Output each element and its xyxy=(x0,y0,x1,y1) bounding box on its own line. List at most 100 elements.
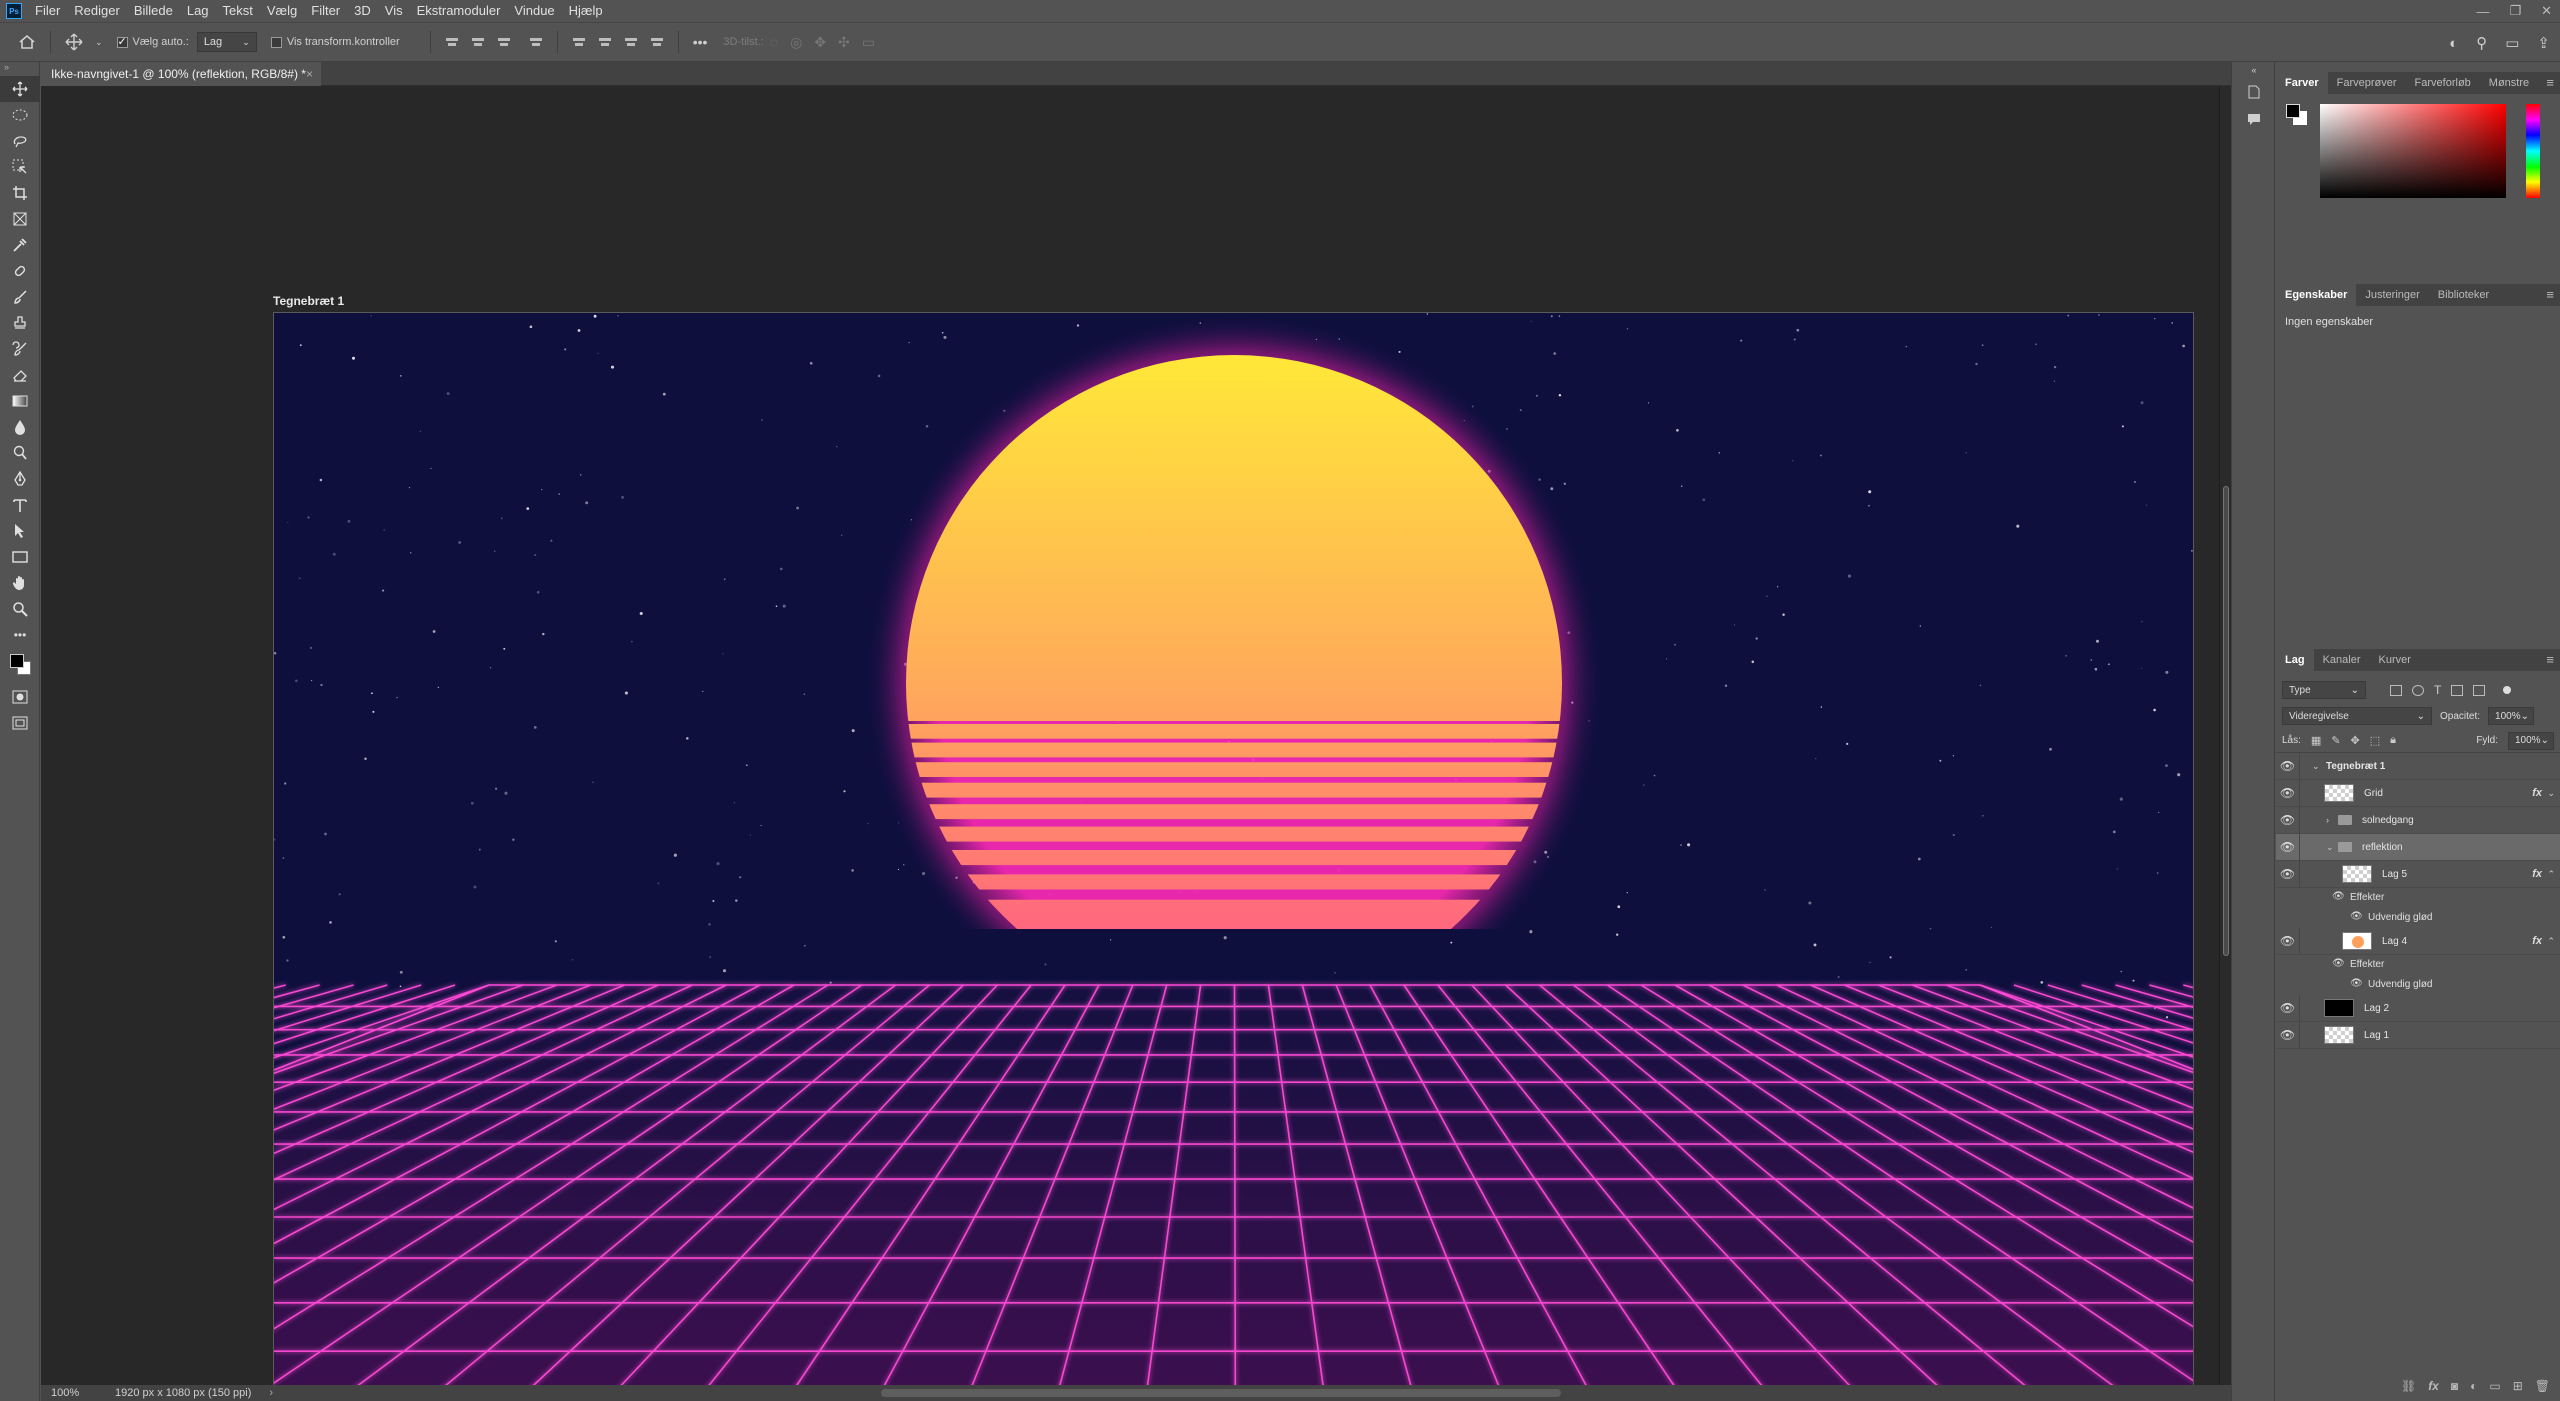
delete-layer-icon[interactable]: 🗑︎ xyxy=(2535,1379,2550,1393)
filter-type-icon[interactable]: T xyxy=(2434,683,2441,697)
layer-effects-icon[interactable]: fx xyxy=(2532,868,2542,880)
checkbox-box[interactable] xyxy=(116,35,128,48)
document-tab[interactable]: Ikke-navngivet-1 @ 100% (reflektion, RGB… xyxy=(41,62,321,86)
close-tab-icon[interactable]: × xyxy=(306,62,313,86)
lock-all-icon[interactable]: 🔒︎ xyxy=(2390,734,2396,747)
color-field[interactable] xyxy=(2320,104,2506,198)
frame-tool-icon[interactable] xyxy=(0,206,40,232)
hue-slider[interactable] xyxy=(2526,104,2540,198)
tab-farveforlob[interactable]: Farveforløb xyxy=(2406,72,2480,94)
filter-smart-object-icon[interactable] xyxy=(2473,684,2486,696)
layer-row-artboard[interactable]: 👁︎ ⌄ Tegnebræt 1 xyxy=(2276,752,2560,780)
layer-row-lag5[interactable]: 👁︎ Lag 5 fx ⌃ xyxy=(2276,860,2560,888)
search-icon[interactable]: ⚲ xyxy=(2476,34,2487,52)
align-center-icon[interactable] xyxy=(469,34,487,50)
align-right-icon[interactable] xyxy=(495,34,513,50)
3d-slide-icon[interactable]: ✣ xyxy=(838,34,850,51)
chevron-up-icon[interactable]: ⌃ xyxy=(2547,869,2555,880)
visibility-eye-icon[interactable]: 👁︎ xyxy=(2276,779,2300,807)
menu-ekstramoduler[interactable]: Ekstramoduler xyxy=(410,0,508,22)
eyedropper-tool-icon[interactable] xyxy=(0,232,40,258)
type-tool-icon[interactable] xyxy=(0,492,40,518)
collapse-toolbar-icon[interactable]: » xyxy=(0,62,39,76)
3d-roll-icon[interactable]: ◎ xyxy=(790,34,802,51)
share-icon[interactable]: ⇪ xyxy=(2537,34,2550,52)
expand-panels-icon[interactable]: « xyxy=(2232,62,2276,78)
canvas-area[interactable]: Tegnebræt 1 xyxy=(41,86,2219,1393)
visibility-eye-icon[interactable]: 👁︎ xyxy=(2276,1021,2300,1049)
checkbox-box[interactable] xyxy=(270,36,282,48)
panel-menu-icon[interactable]: ≡ xyxy=(2546,72,2554,94)
filter-shape-icon[interactable] xyxy=(2451,684,2464,696)
tab-monstre[interactable]: Mønstre xyxy=(2480,72,2538,94)
zoom-level[interactable]: 100% xyxy=(41,1387,95,1399)
transform-controls-checkbox[interactable]: Vis transform.kontroller xyxy=(270,36,400,48)
layer-row-lag4[interactable]: 👁︎ Lag 4 fx ⌃ xyxy=(2276,927,2560,955)
menu-filter[interactable]: Filter xyxy=(304,0,347,22)
artboard-label[interactable]: Tegnebræt 1 xyxy=(273,294,344,308)
screen-mode-icon[interactable] xyxy=(0,710,40,736)
scrollbar-thumb[interactable] xyxy=(2223,486,2229,956)
visibility-eye-icon[interactable]: 👁︎ xyxy=(2350,978,2363,989)
object-selection-tool-icon[interactable] xyxy=(0,154,40,180)
menu-vindue[interactable]: Vindue xyxy=(507,0,561,22)
visibility-eye-icon[interactable]: 👁︎ xyxy=(2276,752,2300,780)
visibility-eye-icon[interactable]: 👁︎ xyxy=(2276,860,2300,888)
color-swatches[interactable] xyxy=(0,648,40,684)
chevron-up-icon[interactable]: ⌃ xyxy=(2547,936,2555,947)
lock-image-icon[interactable]: ✎ xyxy=(2331,734,2340,747)
tab-kanaler[interactable]: Kanaler xyxy=(2314,649,2370,671)
fill-input[interactable]: 100% ⌄ xyxy=(2508,731,2554,750)
tab-egenskaber[interactable]: Egenskaber xyxy=(2276,284,2357,306)
align-top-icon[interactable] xyxy=(570,34,588,50)
history-brush-tool-icon[interactable] xyxy=(0,336,40,362)
menu-vaelg[interactable]: Vælg xyxy=(260,0,304,22)
distribute-vertical-icon[interactable] xyxy=(527,34,545,50)
align-bottom-icon[interactable] xyxy=(622,34,640,50)
more-options-button[interactable]: ••• xyxy=(693,34,708,50)
hand-tool-icon[interactable] xyxy=(0,570,40,596)
close-window-icon[interactable]: ✕ xyxy=(2541,3,2552,19)
opacity-input[interactable]: 100% ⌄ xyxy=(2488,707,2535,725)
effect-outer-glow-row[interactable]: 👁︎ Udvendig glød xyxy=(2276,908,2560,928)
visibility-eye-icon[interactable]: 👁︎ xyxy=(2350,911,2363,922)
align-left-icon[interactable] xyxy=(443,34,461,50)
edit-toolbar-icon[interactable]: ••• xyxy=(0,622,40,648)
layer-row-solnedgang[interactable]: 👁︎ › solnedgang xyxy=(2276,806,2560,834)
adjustment-layer-icon[interactable]: ◐ xyxy=(2470,1379,2477,1393)
menu-filer[interactable]: Filer xyxy=(28,0,67,22)
filter-pixel-icon[interactable] xyxy=(2390,684,2402,696)
visibility-eye-icon[interactable]: 👁︎ xyxy=(2332,891,2345,902)
vertical-scrollbar[interactable] xyxy=(2219,86,2231,1385)
path-selection-tool-icon[interactable] xyxy=(0,518,40,544)
effects-row[interactable]: 👁︎ Effekter xyxy=(2276,888,2560,908)
3d-pan-icon[interactable]: ✥ xyxy=(814,34,826,51)
workspace-icon[interactable]: ▭ xyxy=(2505,34,2519,52)
layer-row-lag1[interactable]: 👁︎ Lag 1 xyxy=(2276,1021,2560,1049)
new-group-icon[interactable]: ▭ xyxy=(2489,1379,2500,1393)
layer-filter-dropdown[interactable]: Type ⌄ xyxy=(2282,681,2366,699)
status-menu-arrow[interactable]: › xyxy=(269,1387,273,1399)
marquee-tool-icon[interactable] xyxy=(0,102,40,128)
menu-billede[interactable]: Billede xyxy=(127,0,180,22)
layer-row-grid[interactable]: 👁︎ Grid fx ⌄ xyxy=(2276,779,2560,807)
tab-justeringer[interactable]: Justeringer xyxy=(2356,284,2428,306)
panel-menu-icon[interactable]: ≡ xyxy=(2546,284,2554,306)
layer-row-reflektion[interactable]: 👁︎ ⌄ reflektion xyxy=(2276,833,2560,861)
eraser-tool-icon[interactable] xyxy=(0,362,40,388)
distribute-horizontal-icon[interactable] xyxy=(648,34,666,50)
tab-biblioteker[interactable]: Biblioteker xyxy=(2429,284,2498,306)
layer-effects-icon[interactable]: fx xyxy=(2532,787,2542,799)
minimize-icon[interactable]: — xyxy=(2476,4,2489,19)
new-layer-icon[interactable]: ⊞ xyxy=(2513,1379,2523,1393)
chevron-down-icon[interactable]: ⌄ xyxy=(2326,842,2334,853)
filter-adjustment-icon[interactable] xyxy=(2412,684,2424,696)
dodge-tool-icon[interactable] xyxy=(0,440,40,466)
effect-outer-glow-row[interactable]: 👁︎ Udvendig glød xyxy=(2276,975,2560,995)
foreground-color-swatch[interactable] xyxy=(2286,104,2300,118)
add-mask-icon[interactable]: ◙ xyxy=(2451,1379,2458,1393)
tab-farver[interactable]: Farver xyxy=(2276,72,2328,94)
restore-icon[interactable]: ❐ xyxy=(2509,3,2521,19)
visibility-eye-icon[interactable]: 👁︎ xyxy=(2332,958,2345,969)
menu-lag[interactable]: Lag xyxy=(180,0,216,22)
